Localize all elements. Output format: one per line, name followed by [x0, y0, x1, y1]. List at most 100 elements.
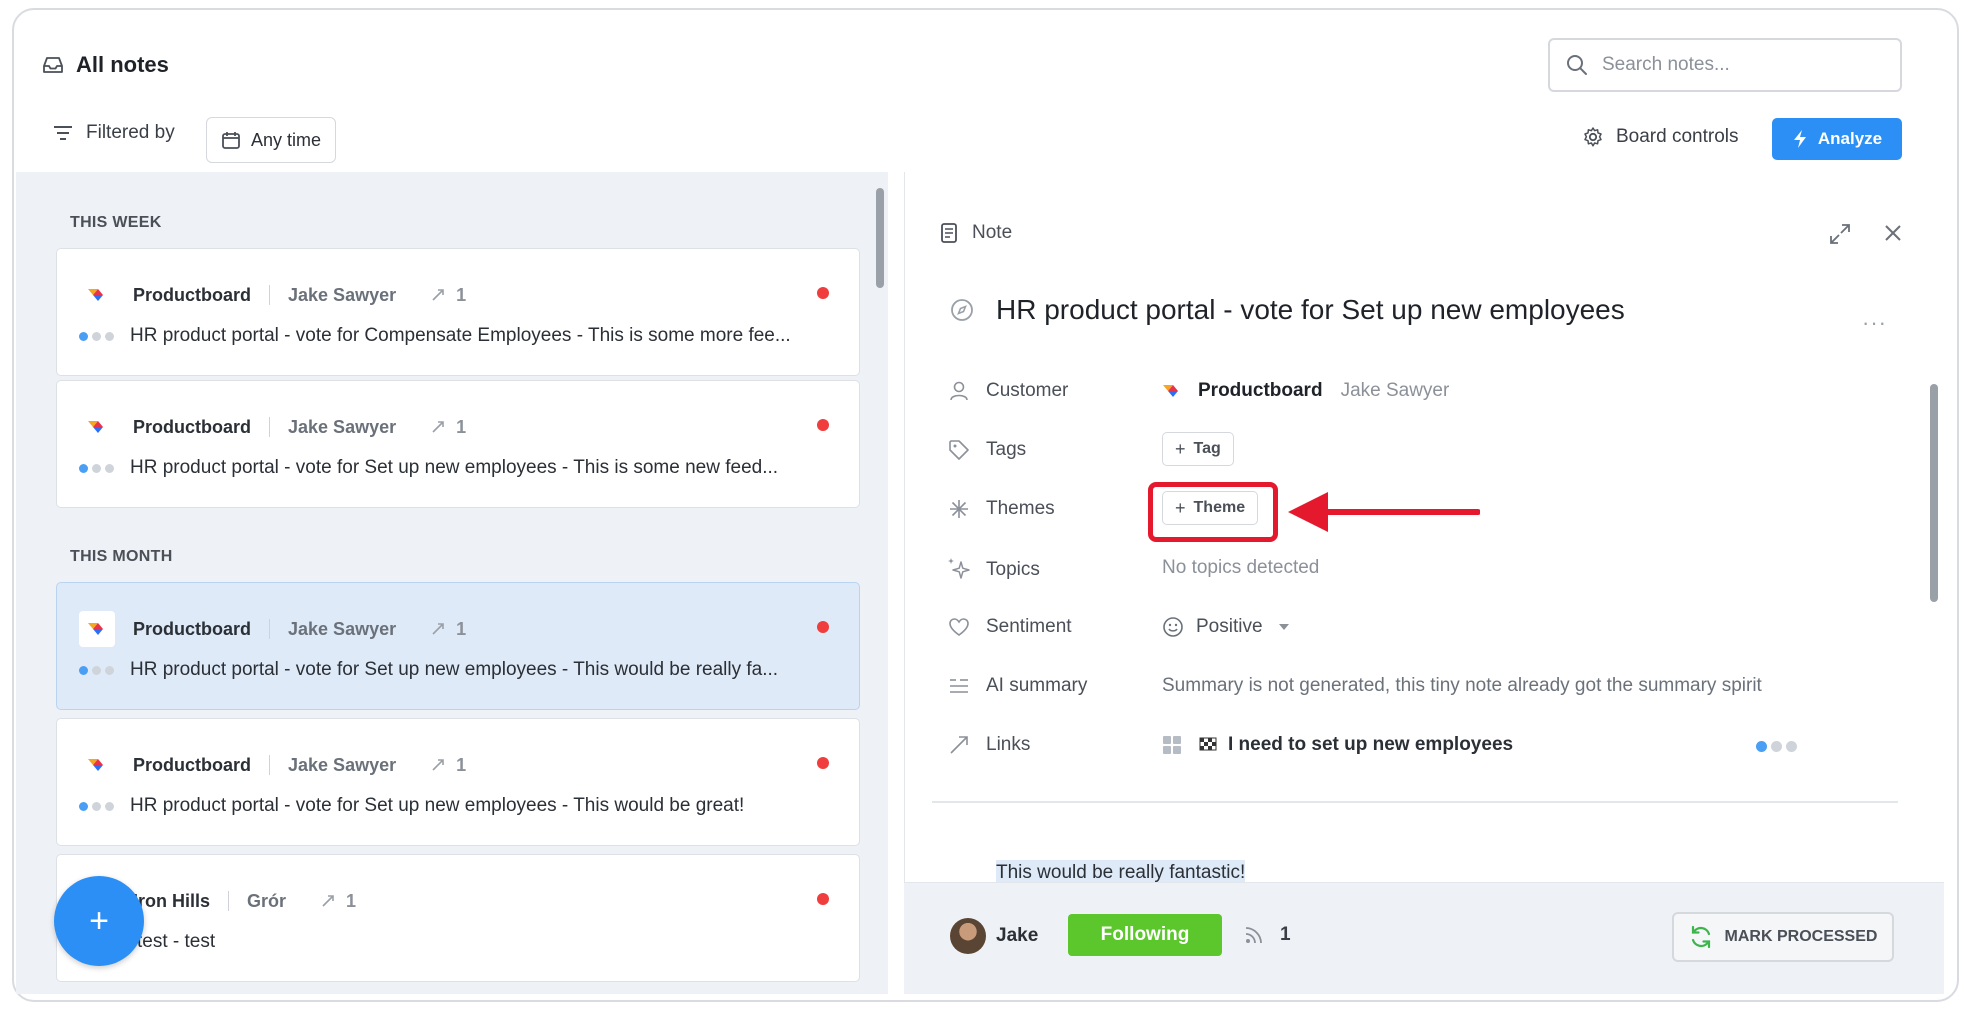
followers-count-value: 1 — [1280, 924, 1291, 945]
note-snippet: HR product portal - vote for Set up new … — [130, 457, 779, 478]
more-options-icon[interactable]: ··· — [1862, 310, 1887, 336]
customer-value[interactable]: Productboard Jake Sawyer — [1162, 380, 1449, 402]
customer-person: Jake Sawyer — [1340, 380, 1450, 401]
link-item[interactable]: I need to set up new employees — [1162, 734, 1513, 756]
note-person: Grór — [247, 890, 287, 911]
note-title-text: HR product portal - vote for Set up new … — [996, 294, 1625, 325]
note-card[interactable]: Productboard Jake Sawyer 1 HR product po… — [56, 248, 860, 376]
note-person: Jake Sawyer — [288, 618, 397, 639]
link-count: 1 — [456, 416, 467, 437]
board-controls-button[interactable]: Board controls — [1582, 126, 1739, 148]
note-detail-header: Note — [940, 222, 1012, 244]
note-person: Jake Sawyer — [288, 416, 397, 437]
expand-icon[interactable] — [1828, 222, 1852, 246]
filtered-by-label: Filtered by — [86, 122, 175, 143]
filter-bar[interactable]: Filtered by — [52, 122, 175, 144]
note-snippet: HR product portal - vote for Set up new … — [130, 659, 779, 680]
smiley-icon — [1162, 616, 1184, 638]
productboard-logo-icon — [79, 611, 115, 647]
add-tag-button[interactable]: + Tag — [1162, 432, 1234, 466]
note-card[interactable]: Iron Hills Grór 1 test - test — [56, 854, 860, 982]
productboard-logo-icon — [79, 277, 115, 313]
note-snippet: HR product portal - vote for Compensate … — [130, 325, 791, 346]
gear-icon — [1582, 126, 1604, 148]
followers-count[interactable]: 1 — [1244, 924, 1291, 946]
checkered-flag-icon — [1198, 736, 1218, 754]
grid-icon — [1162, 735, 1182, 755]
note-header-label: Note — [972, 222, 1013, 243]
close-icon[interactable] — [1882, 222, 1904, 244]
sparkle-icon — [946, 557, 972, 583]
progress-dots — [79, 665, 114, 675]
progress-dots — [79, 801, 114, 811]
tag-icon — [946, 439, 972, 461]
ai-summary-value: Summary is not generated, this tiny note… — [1162, 675, 1762, 696]
tags-label: Tags — [946, 439, 1026, 461]
note-company: Productboard — [133, 284, 252, 305]
section-label: THIS WEEK — [70, 214, 162, 231]
topics-label: Topics — [946, 557, 1040, 583]
inbox-icon — [42, 55, 64, 75]
link-icon — [946, 734, 972, 756]
unread-indicator — [817, 757, 829, 769]
ai-summary-label: AI summary — [946, 675, 1087, 697]
following-button[interactable]: Following — [1068, 914, 1222, 956]
board-controls-label: Board controls — [1616, 126, 1739, 147]
progress-dots — [79, 331, 114, 341]
link-count: 1 — [456, 754, 467, 775]
link-progress-dots — [1756, 741, 1797, 752]
analyze-button[interactable]: Analyze — [1772, 118, 1902, 160]
topics-value: No topics detected — [1162, 557, 1320, 578]
customer-company: Productboard — [1198, 380, 1323, 401]
link-count: 1 — [346, 890, 357, 911]
themes-label: Themes — [946, 498, 1055, 520]
sentiment-dropdown[interactable]: Positive — [1162, 616, 1289, 638]
filter-icon — [52, 124, 74, 142]
search-box[interactable] — [1548, 38, 1902, 92]
unread-indicator — [817, 419, 829, 431]
note-person: Jake Sawyer — [288, 284, 397, 305]
sentiment-value: Positive — [1196, 616, 1263, 637]
note-card-selected[interactable]: Productboard Jake Sawyer 1 HR product po… — [56, 582, 860, 710]
heart-icon — [946, 617, 972, 637]
note-card[interactable]: Productboard Jake Sawyer 1 HR product po… — [56, 718, 860, 846]
note-snippet: test - test — [137, 931, 216, 952]
list-scrollbar[interactable] — [876, 188, 884, 288]
search-input[interactable] — [1602, 54, 1862, 76]
link-title: I need to set up new employees — [1228, 734, 1514, 755]
rss-icon — [1244, 925, 1264, 945]
productboard-logo-icon — [1162, 384, 1182, 398]
analyze-label: Analyze — [1817, 129, 1883, 148]
mark-processed-button[interactable]: MARK PROCESSED — [1672, 912, 1894, 962]
note-company: Productboard — [133, 754, 252, 775]
unread-indicator — [817, 287, 829, 299]
link-icon — [320, 893, 336, 909]
summary-lines-icon — [946, 676, 972, 696]
tags-value: + Tag — [1162, 432, 1234, 466]
compass-icon — [950, 298, 974, 322]
link-icon — [430, 757, 446, 773]
annotation-arrow-icon — [1288, 492, 1480, 532]
time-filter-button[interactable]: Any time — [206, 117, 337, 163]
link-icon — [430, 419, 446, 435]
notes-list[interactable]: THIS WEEK Productboard Jake Sawyer 1 HR … — [16, 172, 888, 994]
refresh-icon — [1689, 925, 1713, 949]
annotation-highlight-box — [1148, 482, 1278, 542]
detail-scrollbar[interactable] — [1930, 384, 1938, 602]
note-card[interactable]: Productboard Jake Sawyer 1 HR product po… — [56, 380, 860, 508]
avatar[interactable] — [950, 918, 986, 954]
note-title[interactable]: HR product portal - vote for Set up new … — [950, 294, 1625, 326]
time-filter-label: Any time — [251, 129, 322, 150]
link-count: 1 — [456, 618, 467, 639]
productboard-logo-icon — [79, 409, 115, 445]
asterisk-icon — [946, 498, 972, 520]
note-company: Productboard — [133, 416, 252, 437]
customer-label: Customer — [946, 380, 1068, 402]
productboard-logo-icon — [79, 747, 115, 783]
mark-processed-label: MARK PROCESSED — [1724, 928, 1878, 945]
note-company: Productboard — [133, 618, 252, 639]
add-note-button[interactable]: + — [54, 876, 144, 966]
note-icon — [940, 222, 958, 244]
lightning-icon — [1792, 129, 1808, 149]
note-person: Jake Sawyer — [288, 754, 397, 775]
